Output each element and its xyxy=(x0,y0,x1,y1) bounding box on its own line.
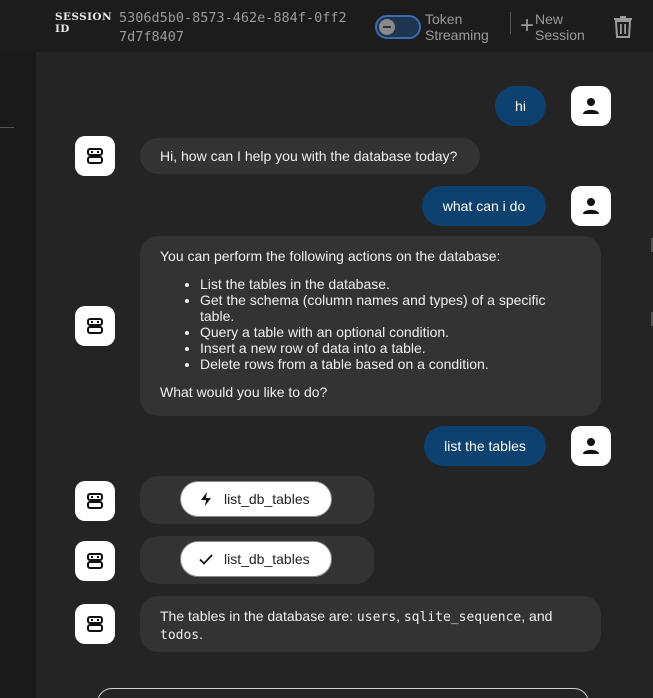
robot-icon xyxy=(87,318,103,334)
token-streaming-toggle[interactable] xyxy=(375,15,421,39)
user-icon xyxy=(583,438,599,454)
table-name: sqlite_sequence xyxy=(403,610,522,625)
tool-call-pill[interactable]: list_db_tables xyxy=(180,541,332,577)
list-item: Insert a new row of data into a table. xyxy=(200,340,581,356)
answer-suffix: . xyxy=(199,626,204,642)
sidebar-collapsed xyxy=(0,52,36,698)
session-id-label: SESSION ID xyxy=(55,11,112,35)
header-bar: SESSION ID 5306d5b0-8573-462e-884f-0ff27… xyxy=(0,0,653,52)
answer-prefix: The tables in the database are: xyxy=(160,608,357,624)
token-streaming-label: Token Streaming xyxy=(425,11,489,43)
tool-call-container: list_db_tables xyxy=(140,536,374,584)
user-avatar xyxy=(571,186,611,226)
assistant-avatar xyxy=(75,136,115,176)
chat-panel[interactable]: hi Hi, how can I help you with the datab… xyxy=(36,52,653,698)
table-name: todos xyxy=(160,628,200,643)
user-avatar xyxy=(571,426,611,466)
sidebar-divider xyxy=(0,127,14,128)
session-id-value: 5306d5b0-8573-462e-884f-0ff27d7f8407 xyxy=(119,10,347,45)
list-item: List the tables in the database. xyxy=(200,276,581,292)
app-root: SESSION ID 5306d5b0-8573-462e-884f-0ff27… xyxy=(0,0,653,698)
robot-icon xyxy=(87,493,103,509)
tool-name: list_db_tables xyxy=(224,491,310,507)
user-message: list the tables xyxy=(424,426,546,466)
robot-icon xyxy=(87,148,103,164)
assistant-avatar xyxy=(75,604,115,644)
new-session-label: New Session xyxy=(535,11,585,43)
actions-list: List the tables in the database. Get the… xyxy=(160,276,581,372)
user-icon xyxy=(583,198,599,214)
assistant-avatar xyxy=(75,306,115,346)
tool-name: list_db_tables xyxy=(224,551,310,567)
lightning-icon xyxy=(201,492,211,506)
new-session-button[interactable]: + New Session xyxy=(520,11,591,43)
user-message: hi xyxy=(495,86,546,126)
toggle-knob xyxy=(379,19,395,35)
robot-icon xyxy=(87,616,103,632)
tool-call-container: list_db_tables xyxy=(140,476,374,524)
plus-icon: + xyxy=(520,12,535,39)
assistant-outro: What would you like to do? xyxy=(160,384,328,400)
user-avatar xyxy=(571,86,611,126)
message-input[interactable] xyxy=(97,688,589,698)
assistant-avatar xyxy=(75,481,115,521)
list-item: Query a table with an optional condition… xyxy=(200,324,581,340)
tool-call-pill[interactable]: list_db_tables xyxy=(180,481,332,517)
check-icon xyxy=(199,554,213,565)
user-icon xyxy=(583,98,599,114)
assistant-intro: You can perform the following actions on… xyxy=(160,248,501,264)
answer-separator: , and xyxy=(521,608,553,624)
assistant-message: You can perform the following actions on… xyxy=(140,236,601,416)
assistant-message: The tables in the database are: users, s… xyxy=(140,596,601,652)
trash-icon[interactable] xyxy=(612,15,634,39)
table-name: users xyxy=(356,610,397,625)
list-item: Get the schema (column names and types) … xyxy=(200,292,581,324)
user-message: what can i do xyxy=(422,186,546,226)
assistant-avatar xyxy=(75,541,115,581)
robot-icon xyxy=(87,553,103,569)
assistant-message: Hi, how can I help you with the database… xyxy=(140,138,480,174)
answer-separator: , xyxy=(396,608,404,624)
header-divider xyxy=(510,12,511,34)
list-item: Delete rows from a table based on a cond… xyxy=(200,356,581,372)
